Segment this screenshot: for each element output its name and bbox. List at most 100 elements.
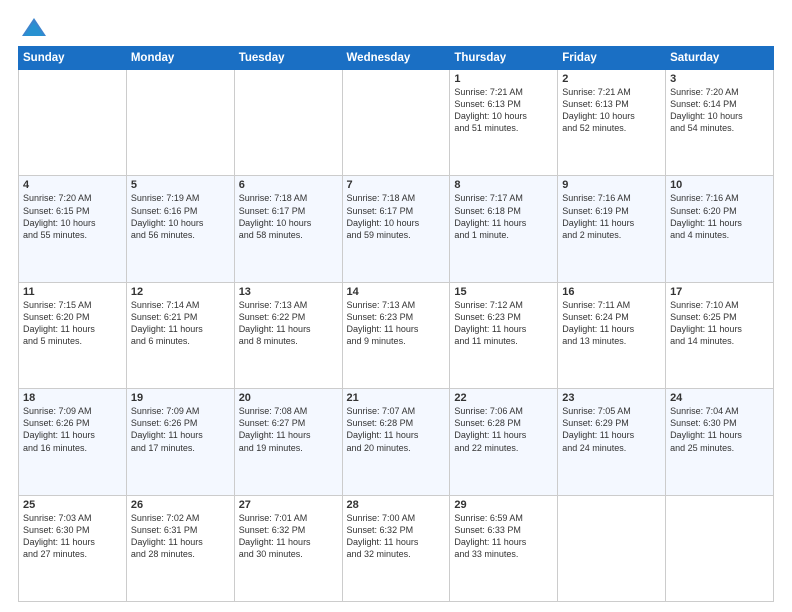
day-info: Sunrise: 7:06 AMSunset: 6:28 PMDaylight:… xyxy=(454,405,553,454)
day-info: Sunrise: 6:59 AMSunset: 6:33 PMDaylight:… xyxy=(454,512,553,561)
day-info: Sunrise: 7:18 AMSunset: 6:17 PMDaylight:… xyxy=(347,192,446,241)
calendar-cell xyxy=(558,495,666,601)
calendar-cell: 17Sunrise: 7:10 AMSunset: 6:25 PMDayligh… xyxy=(666,282,774,388)
day-number: 20 xyxy=(239,392,338,404)
day-number: 7 xyxy=(347,179,446,191)
day-number: 16 xyxy=(562,286,661,298)
calendar-cell xyxy=(666,495,774,601)
calendar-cell: 6Sunrise: 7:18 AMSunset: 6:17 PMDaylight… xyxy=(234,176,342,282)
day-number: 28 xyxy=(347,499,446,511)
page: SundayMondayTuesdayWednesdayThursdayFrid… xyxy=(0,0,792,612)
day-number: 23 xyxy=(562,392,661,404)
calendar-cell: 23Sunrise: 7:05 AMSunset: 6:29 PMDayligh… xyxy=(558,389,666,495)
day-info: Sunrise: 7:05 AMSunset: 6:29 PMDaylight:… xyxy=(562,405,661,454)
day-number: 19 xyxy=(131,392,230,404)
day-number: 22 xyxy=(454,392,553,404)
day-number: 18 xyxy=(23,392,122,404)
calendar-cell: 1Sunrise: 7:21 AMSunset: 6:13 PMDaylight… xyxy=(450,70,558,176)
day-info: Sunrise: 7:02 AMSunset: 6:31 PMDaylight:… xyxy=(131,512,230,561)
calendar-cell: 14Sunrise: 7:13 AMSunset: 6:23 PMDayligh… xyxy=(342,282,450,388)
day-number: 10 xyxy=(670,179,769,191)
calendar-cell: 29Sunrise: 6:59 AMSunset: 6:33 PMDayligh… xyxy=(450,495,558,601)
calendar-cell xyxy=(19,70,127,176)
day-info: Sunrise: 7:00 AMSunset: 6:32 PMDaylight:… xyxy=(347,512,446,561)
logo-text xyxy=(18,16,48,38)
day-info: Sunrise: 7:20 AMSunset: 6:14 PMDaylight:… xyxy=(670,86,769,135)
day-info: Sunrise: 7:09 AMSunset: 6:26 PMDaylight:… xyxy=(23,405,122,454)
calendar-cell: 13Sunrise: 7:13 AMSunset: 6:22 PMDayligh… xyxy=(234,282,342,388)
day-number: 14 xyxy=(347,286,446,298)
calendar-cell xyxy=(126,70,234,176)
day-info: Sunrise: 7:19 AMSunset: 6:16 PMDaylight:… xyxy=(131,192,230,241)
day-info: Sunrise: 7:11 AMSunset: 6:24 PMDaylight:… xyxy=(562,299,661,348)
day-info: Sunrise: 7:17 AMSunset: 6:18 PMDaylight:… xyxy=(454,192,553,241)
day-info: Sunrise: 7:04 AMSunset: 6:30 PMDaylight:… xyxy=(670,405,769,454)
calendar-week-2: 4Sunrise: 7:20 AMSunset: 6:15 PMDaylight… xyxy=(19,176,774,282)
day-number: 9 xyxy=(562,179,661,191)
day-number: 27 xyxy=(239,499,338,511)
calendar-cell: 20Sunrise: 7:08 AMSunset: 6:27 PMDayligh… xyxy=(234,389,342,495)
calendar-cell: 12Sunrise: 7:14 AMSunset: 6:21 PMDayligh… xyxy=(126,282,234,388)
calendar-header-row: SundayMondayTuesdayWednesdayThursdayFrid… xyxy=(19,47,774,70)
day-info: Sunrise: 7:09 AMSunset: 6:26 PMDaylight:… xyxy=(131,405,230,454)
calendar-header-tuesday: Tuesday xyxy=(234,47,342,70)
calendar-cell: 7Sunrise: 7:18 AMSunset: 6:17 PMDaylight… xyxy=(342,176,450,282)
calendar-cell: 10Sunrise: 7:16 AMSunset: 6:20 PMDayligh… xyxy=(666,176,774,282)
day-number: 3 xyxy=(670,73,769,85)
calendar-week-5: 25Sunrise: 7:03 AMSunset: 6:30 PMDayligh… xyxy=(19,495,774,601)
calendar-cell: 26Sunrise: 7:02 AMSunset: 6:31 PMDayligh… xyxy=(126,495,234,601)
calendar-cell: 22Sunrise: 7:06 AMSunset: 6:28 PMDayligh… xyxy=(450,389,558,495)
calendar-week-1: 1Sunrise: 7:21 AMSunset: 6:13 PMDaylight… xyxy=(19,70,774,176)
day-number: 15 xyxy=(454,286,553,298)
calendar-cell: 27Sunrise: 7:01 AMSunset: 6:32 PMDayligh… xyxy=(234,495,342,601)
day-number: 2 xyxy=(562,73,661,85)
day-info: Sunrise: 7:12 AMSunset: 6:23 PMDaylight:… xyxy=(454,299,553,348)
day-number: 17 xyxy=(670,286,769,298)
day-info: Sunrise: 7:14 AMSunset: 6:21 PMDaylight:… xyxy=(131,299,230,348)
calendar-cell: 4Sunrise: 7:20 AMSunset: 6:15 PMDaylight… xyxy=(19,176,127,282)
day-info: Sunrise: 7:13 AMSunset: 6:23 PMDaylight:… xyxy=(347,299,446,348)
day-info: Sunrise: 7:01 AMSunset: 6:32 PMDaylight:… xyxy=(239,512,338,561)
day-info: Sunrise: 7:03 AMSunset: 6:30 PMDaylight:… xyxy=(23,512,122,561)
calendar-cell xyxy=(342,70,450,176)
day-number: 25 xyxy=(23,499,122,511)
day-info: Sunrise: 7:15 AMSunset: 6:20 PMDaylight:… xyxy=(23,299,122,348)
calendar-header-sunday: Sunday xyxy=(19,47,127,70)
calendar-header-friday: Friday xyxy=(558,47,666,70)
calendar-cell: 19Sunrise: 7:09 AMSunset: 6:26 PMDayligh… xyxy=(126,389,234,495)
day-number: 13 xyxy=(239,286,338,298)
calendar-header-saturday: Saturday xyxy=(666,47,774,70)
calendar-cell: 9Sunrise: 7:16 AMSunset: 6:19 PMDaylight… xyxy=(558,176,666,282)
day-number: 1 xyxy=(454,73,553,85)
calendar-cell: 16Sunrise: 7:11 AMSunset: 6:24 PMDayligh… xyxy=(558,282,666,388)
calendar-cell: 15Sunrise: 7:12 AMSunset: 6:23 PMDayligh… xyxy=(450,282,558,388)
day-info: Sunrise: 7:16 AMSunset: 6:20 PMDaylight:… xyxy=(670,192,769,241)
day-info: Sunrise: 7:07 AMSunset: 6:28 PMDaylight:… xyxy=(347,405,446,454)
calendar-cell: 2Sunrise: 7:21 AMSunset: 6:13 PMDaylight… xyxy=(558,70,666,176)
calendar-cell: 18Sunrise: 7:09 AMSunset: 6:26 PMDayligh… xyxy=(19,389,127,495)
calendar-cell: 25Sunrise: 7:03 AMSunset: 6:30 PMDayligh… xyxy=(19,495,127,601)
logo xyxy=(18,16,48,38)
calendar-header-monday: Monday xyxy=(126,47,234,70)
day-info: Sunrise: 7:08 AMSunset: 6:27 PMDaylight:… xyxy=(239,405,338,454)
calendar-cell: 24Sunrise: 7:04 AMSunset: 6:30 PMDayligh… xyxy=(666,389,774,495)
calendar-cell xyxy=(234,70,342,176)
day-number: 26 xyxy=(131,499,230,511)
calendar-cell: 3Sunrise: 7:20 AMSunset: 6:14 PMDaylight… xyxy=(666,70,774,176)
day-info: Sunrise: 7:16 AMSunset: 6:19 PMDaylight:… xyxy=(562,192,661,241)
calendar-cell: 21Sunrise: 7:07 AMSunset: 6:28 PMDayligh… xyxy=(342,389,450,495)
day-info: Sunrise: 7:13 AMSunset: 6:22 PMDaylight:… xyxy=(239,299,338,348)
day-number: 4 xyxy=(23,179,122,191)
day-number: 5 xyxy=(131,179,230,191)
calendar-week-4: 18Sunrise: 7:09 AMSunset: 6:26 PMDayligh… xyxy=(19,389,774,495)
calendar-cell: 28Sunrise: 7:00 AMSunset: 6:32 PMDayligh… xyxy=(342,495,450,601)
calendar-week-3: 11Sunrise: 7:15 AMSunset: 6:20 PMDayligh… xyxy=(19,282,774,388)
day-number: 12 xyxy=(131,286,230,298)
day-number: 29 xyxy=(454,499,553,511)
day-info: Sunrise: 7:18 AMSunset: 6:17 PMDaylight:… xyxy=(239,192,338,241)
calendar-header-wednesday: Wednesday xyxy=(342,47,450,70)
day-number: 24 xyxy=(670,392,769,404)
logo-icon xyxy=(20,16,48,38)
day-number: 11 xyxy=(23,286,122,298)
day-number: 6 xyxy=(239,179,338,191)
